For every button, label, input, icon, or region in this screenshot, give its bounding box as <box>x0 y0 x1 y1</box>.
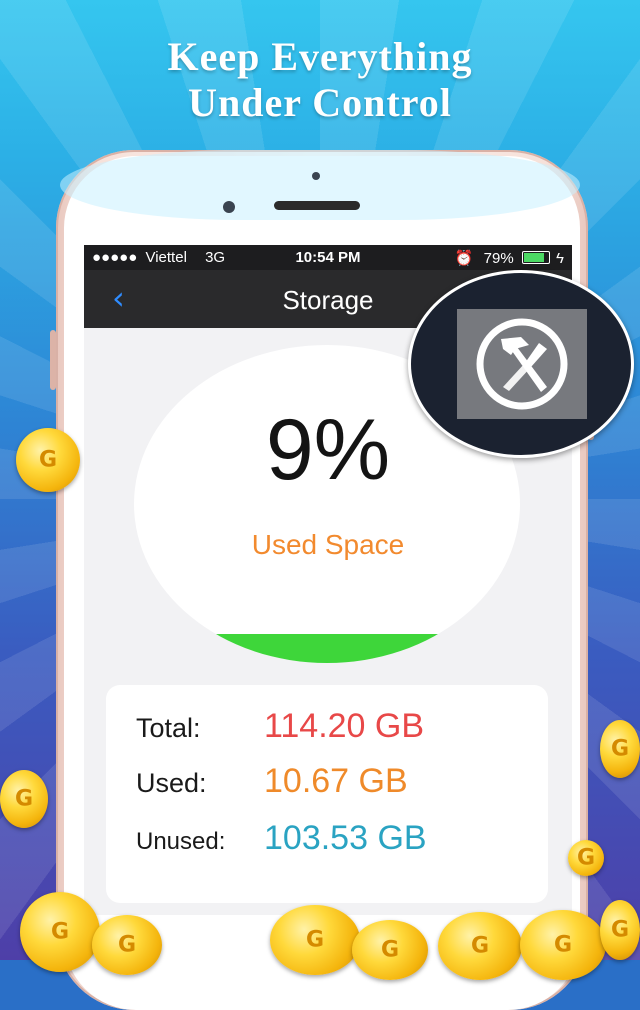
gold-coin-icon <box>568 840 604 876</box>
gold-coin-icon <box>438 912 522 980</box>
total-label: Total: <box>136 713 201 743</box>
battery-icon <box>521 251 550 264</box>
gold-coin-icon <box>600 720 640 778</box>
front-camera <box>223 201 235 213</box>
battery-percent: 79% <box>483 250 514 267</box>
gold-coin-icon <box>270 905 360 975</box>
used-value: 10.67 GB <box>264 762 408 800</box>
used-label: Used: <box>136 768 207 798</box>
charging-icon: ϟ <box>556 250 564 267</box>
unused-label: Unused: <box>136 828 226 855</box>
used-space-label: Used Space <box>251 529 405 560</box>
earpiece-speaker <box>274 201 360 210</box>
status-right: ⏰ 79% ϟ <box>455 249 564 267</box>
gold-coin-icon <box>600 900 640 960</box>
gold-coin-icon <box>352 920 428 980</box>
gold-coin-icon <box>20 892 100 972</box>
headline-line-2: Under Control <box>188 80 452 125</box>
headline-line-1: Keep Everything <box>167 34 473 79</box>
gold-coin-icon <box>16 428 80 492</box>
promo-headline: Keep Everything Under Control <box>0 34 640 126</box>
total-value: 114.20 GB <box>264 707 425 745</box>
gauge-used-fill <box>134 634 520 663</box>
gold-coin-icon <box>520 910 606 980</box>
gold-coin-icon <box>92 915 162 975</box>
gold-coin-icon <box>0 770 48 828</box>
storage-summary-card: Total: 114.20 GB Used: 10.67 GB Unused: … <box>106 685 548 903</box>
proximity-sensor <box>312 172 320 180</box>
alarm-icon: ⏰ <box>454 250 474 267</box>
tools-hammer-screwdriver-icon <box>476 318 568 410</box>
status-bar: ●●●●● Viettel 3G 10:54 PM ⏰ 79% ϟ <box>84 245 572 270</box>
tools-badge[interactable] <box>408 270 634 458</box>
battery-level-fill <box>523 253 545 262</box>
tools-tile <box>457 309 587 419</box>
unused-value: 103.53 GB <box>264 819 427 857</box>
phone-volume-button <box>50 330 56 390</box>
